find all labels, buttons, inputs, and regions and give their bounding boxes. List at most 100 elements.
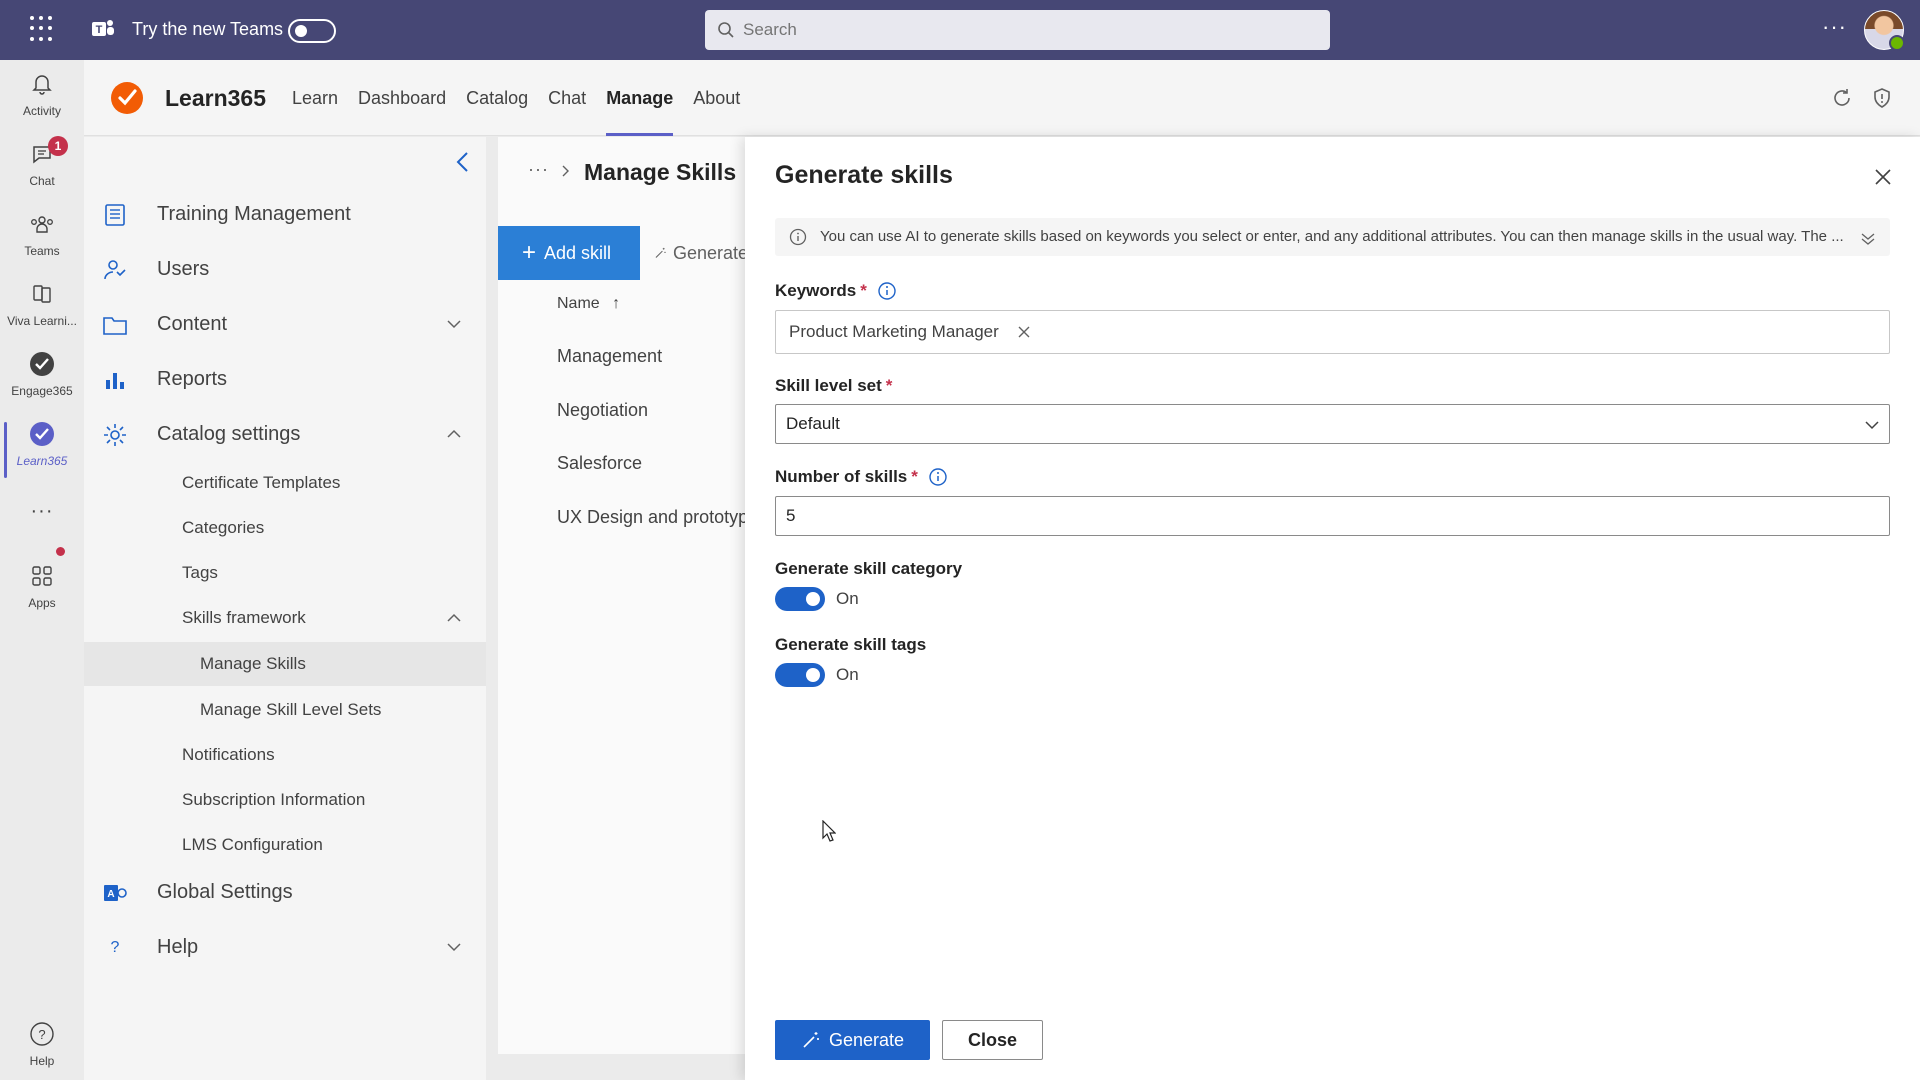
nav-certificate-templates[interactable]: Certificate Templates — [84, 461, 486, 505]
nav-users[interactable]: Users — [84, 247, 486, 291]
app-nav-tabs: Learn Dashboard Catalog Chat Manage Abou… — [282, 60, 750, 136]
generate-label: Generate — [672, 242, 748, 263]
skill-level-selected-value: Default — [786, 414, 840, 433]
table-row[interactable]: Salesforce — [557, 453, 748, 474]
nav-content[interactable]: Content — [84, 302, 486, 346]
question-icon: ? — [110, 939, 120, 956]
table-row[interactable]: Negotiation — [557, 400, 748, 421]
tab-chat[interactable]: Chat — [538, 60, 596, 136]
left-navigation: Training Management Users Content Report… — [84, 137, 486, 1080]
teams-top-bar: T Try the new Teams ··· — [0, 0, 1920, 60]
nav-label: Catalog settings — [157, 422, 301, 445]
nav-label: Help — [157, 935, 199, 958]
number-of-skills-field[interactable] — [775, 496, 1890, 536]
nav-manage-skill-level-sets[interactable]: Manage Skill Level Sets — [84, 688, 486, 732]
close-icon[interactable] — [1873, 167, 1893, 187]
chevron-up-icon — [447, 429, 461, 438]
users-icon — [104, 260, 126, 280]
rail-item-engage365[interactable]: Engage365 — [0, 350, 84, 414]
number-of-skills-input[interactable] — [786, 506, 1876, 526]
generate-skill-tags-toggle-row: On — [775, 663, 859, 687]
nav-categories[interactable]: Categories — [84, 506, 486, 550]
nav-label: Reports — [157, 367, 228, 390]
try-new-teams-label: Try the new Teams — [132, 19, 284, 39]
rail-label: Teams — [24, 244, 60, 258]
nav-manage-skills[interactable]: Manage Skills — [84, 642, 486, 686]
more-apps-icon: ··· — [30, 500, 54, 522]
rail-label: Apps — [28, 596, 56, 610]
teams-icon — [31, 216, 53, 233]
rail-item-help[interactable]: ? Help — [0, 1020, 84, 1080]
rail-item-viva-learning[interactable]: Viva Learni... — [0, 280, 84, 344]
engage-icon — [30, 352, 54, 376]
tab-dashboard[interactable]: Dashboard — [348, 60, 456, 136]
svg-text:T: T — [96, 24, 103, 36]
rail-item-activity[interactable]: Activity — [0, 70, 84, 134]
table-row[interactable]: Management — [557, 346, 748, 367]
generate-skill-category-toggle[interactable] — [775, 587, 825, 611]
add-skill-button[interactable]: + Add skill — [498, 226, 640, 280]
generate-skill-tags-toggle[interactable] — [775, 663, 825, 687]
app-launcher-icon[interactable] — [30, 16, 56, 42]
document-icon — [105, 204, 125, 226]
toggle-state-label: On — [836, 589, 859, 608]
rail-label: Help — [29, 1054, 55, 1068]
refresh-icon[interactable] — [1830, 86, 1854, 110]
nav-label: Notifications — [182, 745, 275, 764]
rail-item-learn365[interactable]: Learn365 — [0, 420, 84, 484]
chevron-down-icon — [447, 943, 461, 952]
tab-catalog[interactable]: Catalog — [456, 60, 538, 136]
nav-label: LMS Configuration — [182, 835, 323, 854]
nav-reports[interactable]: Reports — [84, 357, 486, 401]
rail-item-more[interactable]: ··· — [0, 500, 84, 564]
nav-help[interactable]: ? Help — [84, 925, 486, 969]
search-box[interactable] — [705, 10, 1330, 50]
settings-more-icon[interactable]: ··· — [1822, 14, 1847, 40]
rail-item-apps[interactable]: Apps — [0, 562, 84, 626]
column-header-name[interactable]: Name ↑ — [557, 295, 620, 313]
generate-button[interactable]: Generate — [775, 1020, 930, 1060]
nav-catalog-settings[interactable]: Catalog settings — [84, 412, 486, 456]
shield-icon[interactable] — [1870, 86, 1894, 110]
panel-title: Generate skills — [775, 161, 953, 189]
required-mark: * — [860, 281, 867, 300]
mouse-cursor-icon — [822, 820, 836, 842]
expand-chevron-icon[interactable] — [1860, 230, 1876, 246]
bell-icon — [32, 75, 52, 95]
learn-icon — [30, 422, 54, 446]
new-teams-toggle[interactable] — [288, 19, 336, 43]
nav-tags[interactable]: Tags — [84, 551, 486, 595]
bar-chart-icon — [106, 373, 124, 389]
breadcrumb-more-icon[interactable]: ··· — [528, 159, 549, 180]
tab-about[interactable]: About — [683, 60, 750, 136]
info-icon[interactable] — [877, 281, 897, 301]
nav-lms-configuration[interactable]: LMS Configuration — [84, 823, 486, 867]
generate-skill-category-toggle-row: On — [775, 587, 859, 611]
table-row[interactable]: UX Design and prototyping — [557, 507, 748, 528]
add-skill-label: Add skill — [544, 242, 612, 263]
chevron-down-icon — [1865, 421, 1879, 430]
keywords-input[interactable]: Product Marketing Manager — [775, 310, 1890, 354]
close-button[interactable]: Close — [942, 1020, 1043, 1060]
rail-item-teams[interactable]: Teams — [0, 210, 84, 274]
skill-level-set-label: Skill level set * — [775, 376, 892, 396]
generate-skills-button[interactable]: Generate — [648, 226, 748, 280]
tab-learn[interactable]: Learn — [282, 60, 348, 136]
tab-manage[interactable]: Manage — [596, 60, 683, 136]
nav-subscription-information[interactable]: Subscription Information — [84, 778, 486, 822]
search-input[interactable] — [743, 20, 1303, 40]
info-icon[interactable] — [928, 467, 948, 487]
required-mark: * — [885, 376, 893, 395]
rail-item-chat[interactable]: 1 Chat — [0, 136, 84, 204]
nav-label: Content — [157, 312, 228, 335]
generate-button-label: Generate — [828, 1029, 905, 1050]
remove-keyword-icon[interactable] — [1017, 325, 1031, 339]
nav-notifications[interactable]: Notifications — [84, 733, 486, 777]
nav-skills-framework[interactable]: Skills framework — [84, 596, 486, 640]
nav-training-management[interactable]: Training Management — [84, 192, 486, 236]
collapse-nav-icon[interactable] — [448, 147, 478, 177]
nav-global-settings[interactable]: A Global Settings — [84, 870, 486, 914]
user-avatar[interactable] — [1864, 10, 1905, 51]
skill-level-set-dropdown[interactable]: Default — [775, 404, 1890, 444]
rail-label: Viva Learni... — [7, 314, 77, 328]
